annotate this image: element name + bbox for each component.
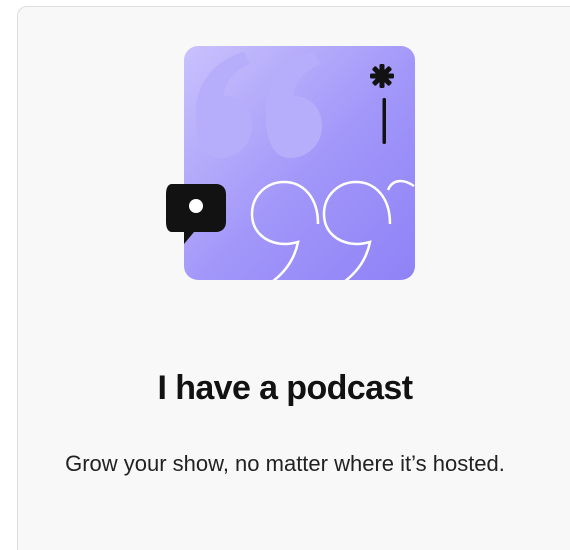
card-description: Grow your show, no matter where it’s hos…	[65, 451, 505, 476]
gear-icon	[370, 64, 394, 88]
podcast-illustration	[166, 46, 416, 282]
decorative-line	[382, 98, 386, 144]
card-title: I have a podcast	[157, 369, 414, 407]
